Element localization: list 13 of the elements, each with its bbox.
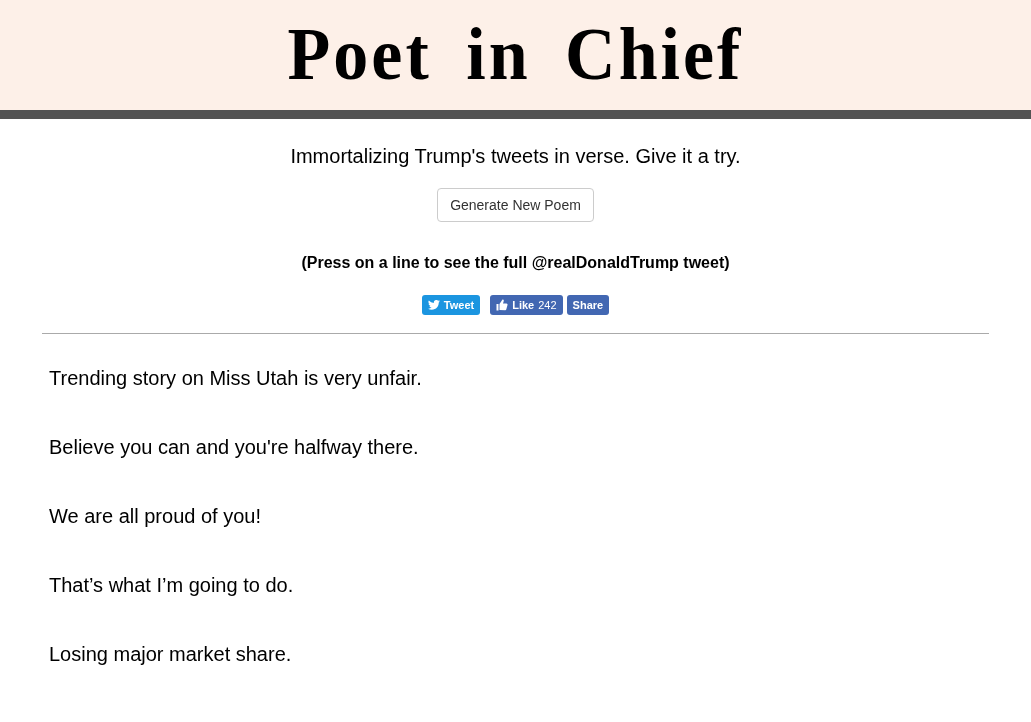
poem-line[interactable]: That’s what I’m going to do. [49,573,982,597]
poem-line[interactable]: Believe you can and you're halfway there. [49,435,982,459]
poem-line[interactable]: Losing major market share. [49,642,982,666]
tagline: Immortalizing Trump's tweets in verse. Give it a try. [290,144,741,168]
generate-poem-button[interactable]: Generate New Poem [437,188,594,222]
like-button[interactable]: Like 242 [490,295,563,315]
instruction-text: (Press on a line to see the full @realDonaldTrump tweet) [301,253,730,273]
poem-line[interactable]: Trending story on Miss Utah is very unfair. [49,366,982,390]
site-title: Poet in Chief [287,13,744,97]
thumbs-up-icon [496,299,509,311]
share-button[interactable]: Share [566,295,610,315]
poem-line[interactable]: We are all proud of you! [49,504,982,528]
bird-icon [427,300,440,310]
